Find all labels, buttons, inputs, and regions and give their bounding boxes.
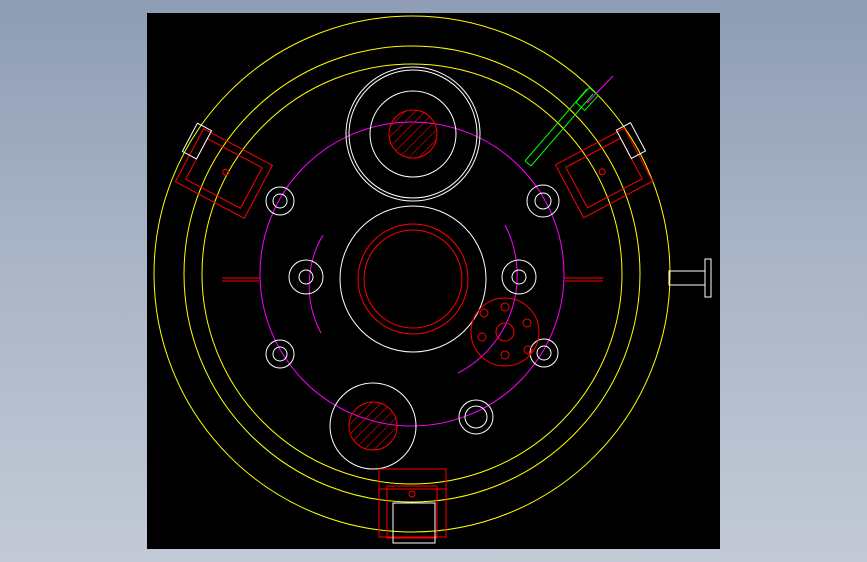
right-bracket-pin (598, 168, 606, 176)
bolt-hole-lower-right (529, 338, 559, 368)
nozzle-pipe (668, 270, 706, 286)
flange-hole-4 (500, 350, 510, 360)
bolt-hole-right (501, 259, 537, 295)
flange-hole-6 (479, 308, 489, 318)
left-side-bracket (174, 122, 274, 219)
cad-viewport[interactable] (147, 13, 720, 549)
right-side-bracket (554, 122, 654, 219)
red-bolt-flange (470, 297, 540, 367)
upper-port-hatch (388, 109, 438, 159)
nozzle-flange (704, 258, 712, 298)
outer-ring (153, 15, 671, 533)
bolt-hole-left (288, 259, 324, 295)
central-bore (339, 205, 487, 353)
flange-hole-1 (500, 302, 510, 312)
right-bracket-inner (565, 137, 643, 209)
outer-yellow-rings (153, 15, 671, 533)
bottom-bracket-inner (386, 485, 438, 539)
flange-hole-5 (477, 332, 487, 342)
flange-hole-2 (522, 318, 532, 328)
right-bracket-outer (554, 127, 654, 219)
left-inner-arc (308, 234, 324, 334)
central-red-outer (357, 223, 469, 335)
bolt-hole-upper-right (526, 184, 560, 218)
lower-port-hatch (348, 401, 398, 451)
upper-hatched-port (345, 66, 481, 202)
left-bracket-pin (222, 168, 230, 176)
central-red-inner (363, 229, 463, 329)
cad-drawing (153, 15, 712, 544)
bolt-circle (222, 121, 603, 427)
support-end (524, 160, 532, 167)
right-inner-arc (457, 224, 518, 374)
green-inclined-support (524, 75, 614, 167)
support-rail-2 (530, 93, 594, 167)
bolt-hole-lower-left (265, 339, 295, 369)
bolt-hole-upper-left (265, 186, 295, 216)
central-outer-white (339, 205, 487, 353)
bottom-bracket-pin (408, 490, 416, 498)
right-nozzle (668, 258, 712, 298)
bolt-holes (265, 184, 560, 435)
magenta-pitch-circle (259, 121, 565, 427)
support-head (575, 86, 599, 112)
flange-outer (470, 297, 540, 367)
